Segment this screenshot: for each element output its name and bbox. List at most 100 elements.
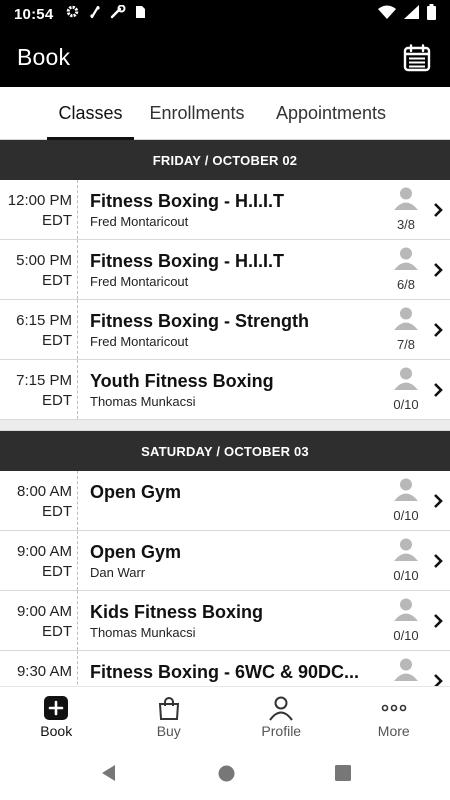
class-row[interactable]: 12:00 PM EDT Fitness Boxing - H.I.I.T Fr… [0, 180, 450, 240]
bottom-nav: Book Buy Profile More [0, 686, 450, 746]
system-nav-bar [0, 746, 450, 800]
shopping-bag-icon [158, 697, 179, 720]
capacity-count: 0/10 [393, 508, 419, 523]
capacity: 0/10 [386, 366, 426, 412]
class-start-time: 8:00 AM [16, 483, 72, 500]
day-separator [0, 420, 450, 431]
status-time: 10:54 [14, 5, 54, 23]
class-start-time: 5:00 PM [16, 252, 72, 269]
battery-icon [427, 3, 436, 25]
home-icon[interactable] [218, 765, 235, 782]
capacity-count: 3/8 [396, 217, 416, 232]
person-capacity-icon [394, 307, 418, 330]
more-dots-icon [381, 704, 407, 712]
gear-icon [65, 4, 80, 24]
day-header: FRIDAY / OCTOBER 02 [0, 140, 450, 180]
nav-label: Buy [156, 723, 181, 739]
nav-buy[interactable]: Buy [113, 687, 226, 746]
capacity-count: 0/10 [393, 397, 419, 412]
class-timezone: EDT [42, 272, 72, 289]
wrench-icon [110, 4, 126, 24]
class-row[interactable]: 8:00 AM EDT Open Gym 0/10 [0, 471, 450, 531]
class-time: 7:15 PM EDT [0, 360, 78, 419]
class-time: 6:15 PM EDT [0, 300, 78, 359]
capacity: 6/8 [386, 246, 426, 292]
person-capacity-icon [394, 598, 418, 621]
tab-enrollments[interactable]: Enrollments [140, 87, 254, 140]
class-time: 9:30 AM [0, 651, 78, 686]
class-start-time: 6:15 PM [16, 312, 72, 329]
class-timezone: EDT [42, 563, 72, 580]
day-header: SATURDAY / OCTOBER 03 [0, 431, 450, 471]
plus-square-icon [44, 696, 69, 720]
person-capacity-icon [394, 658, 418, 681]
class-list[interactable]: FRIDAY / OCTOBER 02 12:00 PM EDT Fitness… [0, 140, 450, 686]
capacity: 7/8 [386, 306, 426, 352]
tab-bar: Classes Enrollments Appointments [0, 87, 450, 140]
capacity: 3/8 [386, 186, 426, 232]
tab-label: Appointments [275, 103, 387, 123]
class-time: 5:00 PM EDT [0, 240, 78, 299]
class-start-time: 7:15 PM [16, 372, 72, 389]
tab-classes[interactable]: Classes [47, 87, 134, 140]
capacity [386, 657, 426, 686]
person-icon [269, 696, 294, 721]
class-start-time: 9:00 AM [16, 543, 72, 560]
class-start-time: 12:00 PM [7, 192, 72, 209]
capacity-count: 0/10 [393, 628, 419, 643]
class-time: 12:00 PM EDT [0, 180, 78, 239]
back-icon[interactable] [100, 764, 118, 782]
app-bar: Book [0, 28, 450, 87]
capacity-count: 6/8 [396, 277, 416, 292]
class-timezone: EDT [42, 503, 72, 520]
calendar-button[interactable] [401, 42, 433, 74]
chevron-right-icon [434, 614, 443, 628]
sim-card-icon [135, 5, 146, 24]
nav-label: Book [40, 723, 73, 739]
wifi-icon [378, 5, 396, 24]
signal-icon [404, 4, 419, 24]
nav-label: Profile [261, 723, 302, 739]
person-capacity-icon [394, 478, 418, 501]
capacity: 0/10 [386, 537, 426, 583]
capacity-count: 0/10 [393, 568, 419, 583]
page-title: Book [17, 44, 71, 70]
chevron-right-icon [434, 203, 443, 217]
class-timezone: EDT [42, 392, 72, 409]
calendar-icon [403, 43, 431, 71]
chevron-right-icon [434, 383, 443, 397]
class-time: 8:00 AM EDT [0, 471, 78, 530]
chevron-right-icon [434, 323, 443, 337]
class-time: 9:00 AM EDT [0, 591, 78, 650]
class-row[interactable]: 9:00 AM EDT Open Gym Dan Warr 0/10 [0, 531, 450, 591]
tab-appointments[interactable]: Appointments [264, 87, 398, 140]
class-row[interactable]: 9:00 AM EDT Kids Fitness Boxing Thomas M… [0, 591, 450, 651]
nav-book[interactable]: Book [0, 687, 113, 746]
capacity: 0/10 [386, 597, 426, 643]
nav-label: More [377, 723, 410, 739]
class-timezone: EDT [42, 332, 72, 349]
class-row[interactable]: 7:15 PM EDT Youth Fitness Boxing Thomas … [0, 360, 450, 420]
person-capacity-icon [394, 247, 418, 270]
class-timezone: EDT [42, 623, 72, 640]
class-start-time: 9:00 AM [16, 603, 72, 620]
link-icon [89, 5, 101, 24]
recents-icon[interactable] [334, 765, 351, 781]
chevron-right-icon [434, 674, 443, 686]
chevron-right-icon [434, 494, 443, 508]
person-capacity-icon [394, 367, 418, 390]
class-row[interactable]: 5:00 PM EDT Fitness Boxing - H.I.I.T Fre… [0, 240, 450, 300]
person-capacity-icon [394, 538, 418, 561]
capacity: 0/10 [386, 477, 426, 523]
status-bar: 10:54 [0, 0, 450, 28]
tab-label: Enrollments [149, 103, 245, 123]
nav-profile[interactable]: Profile [225, 687, 338, 746]
person-capacity-icon [394, 187, 418, 210]
class-row[interactable]: 6:15 PM EDT Fitness Boxing - Strength Fr… [0, 300, 450, 360]
tab-label: Classes [58, 103, 123, 123]
chevron-right-icon [434, 263, 443, 277]
class-time: 9:00 AM EDT [0, 531, 78, 590]
class-timezone: EDT [42, 212, 72, 229]
nav-more[interactable]: More [338, 687, 450, 746]
class-row[interactable]: 9:30 AM Fitness Boxing - 6WC & 90DC... [0, 651, 450, 686]
